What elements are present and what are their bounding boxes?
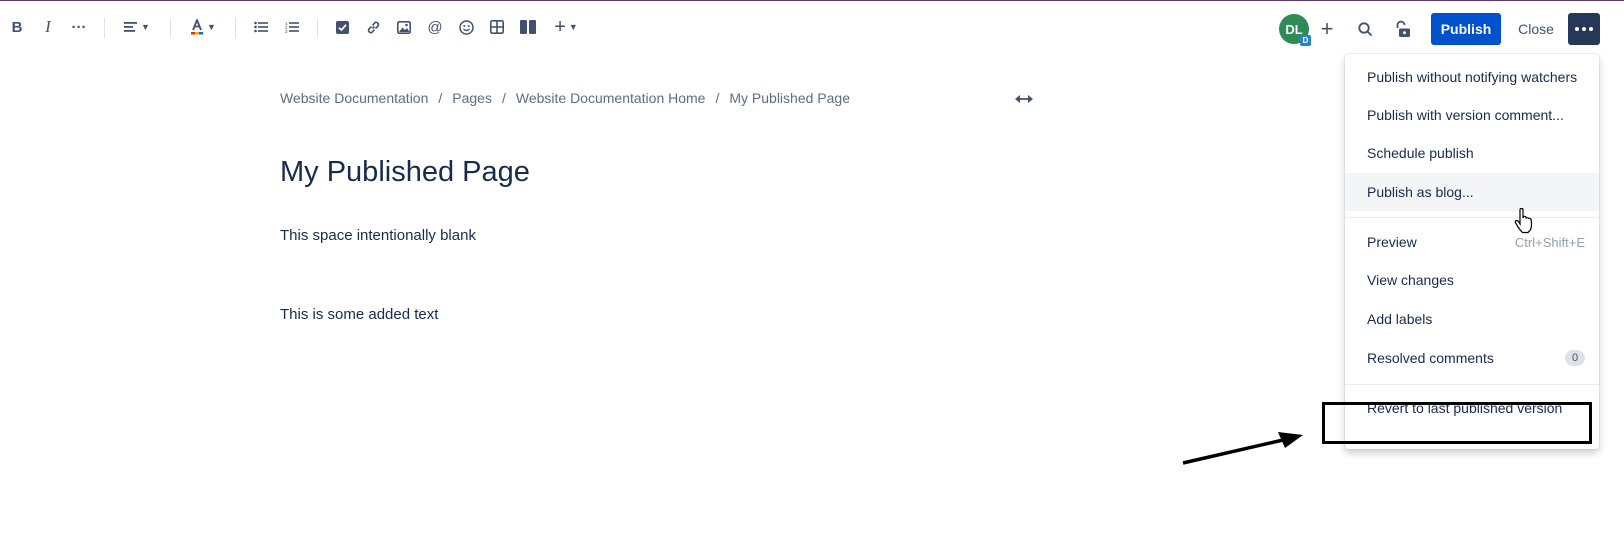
more-icon[interactable] (1568, 13, 1600, 45)
page-title[interactable]: My Published Page (280, 156, 530, 189)
image-icon[interactable] (391, 14, 417, 40)
menu-item-preview[interactable]: Preview Ctrl+Shift+E (1345, 223, 1599, 261)
close-button[interactable]: Close (1512, 13, 1560, 45)
chevron-down-icon: ▼ (207, 22, 216, 32)
breadcrumb-item[interactable]: Website Documentation (280, 90, 428, 106)
chevron-down-icon: ▼ (141, 22, 150, 32)
toolbar-divider (235, 18, 236, 38)
svg-text:3: 3 (285, 29, 288, 33)
toolbar-divider (104, 18, 105, 38)
action-item-icon[interactable] (329, 14, 355, 40)
keyboard-shortcut: Ctrl+Shift+E (1514, 234, 1585, 250)
menu-item-view-changes[interactable]: View changes (1345, 261, 1599, 299)
menu-item-label: View changes (1367, 272, 1454, 288)
avatar-badge: D (1300, 35, 1311, 46)
breadcrumb: Website Documentation / Pages / Website Docu… (280, 90, 850, 106)
menu-item-label: Resolved comments (1367, 350, 1494, 366)
expand-width-icon[interactable] (1011, 90, 1037, 108)
highlight-annotation-box (1322, 402, 1592, 444)
search-icon[interactable] (1352, 16, 1378, 42)
menu-item-label: Schedule publish (1367, 145, 1474, 161)
menu-item-label: Publish without notifying watchers (1367, 69, 1578, 85)
numbered-list-icon[interactable]: 123 (279, 14, 305, 40)
menu-divider (1345, 384, 1599, 385)
menu-item-add-labels[interactable]: Add labels (1345, 300, 1599, 338)
layouts-icon[interactable] (515, 14, 541, 40)
chevron-down-icon: ▼ (568, 22, 578, 32)
publish-button[interactable]: Publish (1431, 13, 1501, 45)
editor-toolbar: B I ··· ▼ ▼ 123 @ + ▼ (0, 6, 1624, 46)
breadcrumb-item[interactable]: Website Documentation Home (516, 90, 706, 106)
italic-icon[interactable]: I (35, 14, 61, 40)
insert-plus-icon[interactable]: + ▼ (548, 14, 584, 40)
bold-icon[interactable]: B (4, 14, 30, 40)
menu-item-publish-with-version-comment[interactable]: Publish with version comment... (1345, 96, 1599, 134)
link-icon[interactable] (360, 14, 386, 40)
breadcrumb-item[interactable]: Pages (452, 90, 492, 106)
toolbar-divider (317, 18, 318, 38)
toolbar-divider (170, 18, 171, 38)
lock-icon[interactable] (1389, 16, 1415, 42)
menu-item-resolved-comments[interactable]: Resolved comments 0 (1345, 339, 1599, 377)
breadcrumb-separator: / (715, 90, 720, 106)
paragraph[interactable]: This space intentionally blank (280, 227, 476, 244)
menu-item-publish-as-blog[interactable]: Publish as blog... (1345, 173, 1599, 211)
menu-item-label: Publish with version comment... (1367, 107, 1564, 123)
paragraph[interactable]: This is some added text (280, 306, 438, 323)
insert-plus-label: + (554, 15, 566, 38)
breadcrumb-item[interactable]: My Published Page (729, 90, 850, 106)
invite-plus-icon[interactable]: + (1314, 14, 1340, 44)
breadcrumb-separator: / (438, 90, 443, 106)
table-icon[interactable] (484, 14, 510, 40)
text-color-icon[interactable]: ▼ (186, 14, 220, 40)
publish-options-menu: Publish without notifying watchers Publi… (1345, 54, 1599, 449)
bullet-list-icon[interactable] (248, 14, 274, 40)
mention-icon[interactable]: @ (422, 14, 448, 40)
menu-item-label: Add labels (1367, 311, 1433, 327)
menu-item-publish-without-notifying[interactable]: Publish without notifying watchers (1345, 58, 1599, 96)
window-top-border (0, 0, 1624, 1)
menu-divider (1345, 217, 1599, 218)
menu-item-label: Preview (1367, 234, 1417, 250)
arrow-annotation (1182, 432, 1303, 465)
menu-item-label: Publish as blog... (1367, 184, 1474, 200)
menu-item-schedule-publish[interactable]: Schedule publish (1345, 134, 1599, 172)
count-badge: 0 (1565, 350, 1585, 366)
emoji-icon[interactable] (453, 14, 479, 40)
pointer-cursor-icon (1514, 208, 1533, 234)
more-formatting-icon[interactable]: ··· (66, 14, 92, 40)
align-icon[interactable]: ▼ (120, 14, 154, 40)
breadcrumb-separator: / (501, 90, 506, 106)
